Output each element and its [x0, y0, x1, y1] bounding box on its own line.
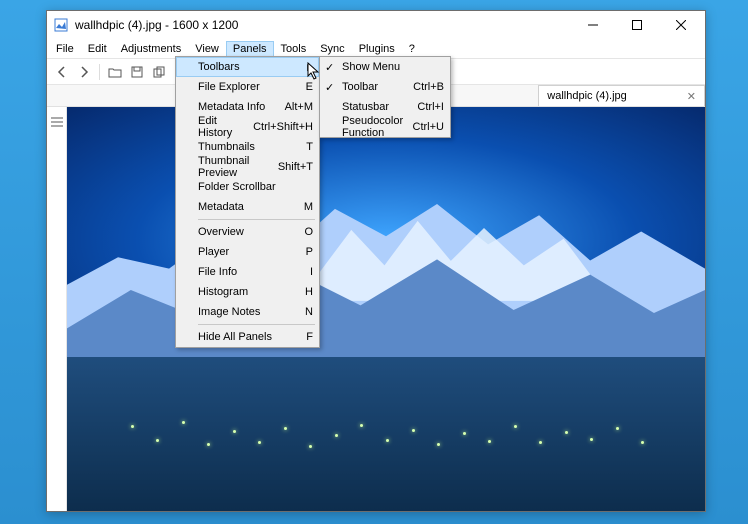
menu-help[interactable]: ?	[402, 41, 422, 57]
menu-sync[interactable]: Sync	[313, 41, 351, 57]
menu-item-image-notes[interactable]: Image NotesN	[176, 302, 319, 322]
nav-back-icon[interactable]	[53, 63, 71, 81]
menu-item-toolbar[interactable]: ✓ Toolbar Ctrl+B	[320, 77, 450, 97]
image-viewer[interactable]	[67, 107, 705, 511]
file-tab[interactable]: wallhdpic (4).jpg ✕	[538, 85, 705, 106]
menu-item-overview[interactable]: OverviewO	[176, 222, 319, 242]
menu-separator	[198, 219, 315, 220]
displayed-image	[67, 107, 705, 511]
menu-separator	[198, 324, 315, 325]
menu-file[interactable]: File	[49, 41, 81, 57]
menu-item-edit-history[interactable]: Edit HistoryCtrl+Shift+H	[176, 117, 319, 137]
check-icon: ✓	[325, 61, 334, 74]
menu-item-folder-scrollbar[interactable]: Folder Scrollbar	[176, 177, 319, 197]
titlebar: wallhdpic (4).jpg - 1600 x 1200	[47, 11, 705, 39]
close-button[interactable]	[659, 11, 703, 39]
menu-item-thumbnail-preview[interactable]: Thumbnail PreviewShift+T	[176, 157, 319, 177]
menu-edit[interactable]: Edit	[81, 41, 114, 57]
menu-item-thumbnails[interactable]: ThumbnailsT	[176, 137, 319, 157]
menu-item-show-menu[interactable]: ✓ Show Menu	[320, 57, 450, 77]
copy-icon[interactable]	[150, 63, 168, 81]
menu-panels[interactable]: Panels	[226, 41, 274, 57]
menu-plugins[interactable]: Plugins	[352, 41, 402, 57]
tab-close-icon[interactable]: ✕	[687, 90, 696, 103]
hamburger-icon[interactable]	[48, 113, 66, 131]
menu-view[interactable]: View	[188, 41, 226, 57]
panels-dropdown: Toolbars ▶ File ExplorerE Metadata InfoA…	[175, 56, 320, 348]
menu-item-metadata[interactable]: MetadataM	[176, 197, 319, 217]
submenu-arrow-icon: ▶	[307, 62, 314, 73]
folder-icon[interactable]	[106, 63, 124, 81]
window-title: wallhdpic (4).jpg - 1600 x 1200	[75, 18, 571, 32]
menu-adjustments[interactable]: Adjustments	[114, 41, 189, 57]
minimize-button[interactable]	[571, 11, 615, 39]
menu-item-player[interactable]: PlayerP	[176, 242, 319, 262]
toolbars-submenu: ✓ Show Menu ✓ Toolbar Ctrl+B Statusbar C…	[319, 56, 451, 138]
save-icon[interactable]	[128, 63, 146, 81]
menu-tools[interactable]: Tools	[274, 41, 314, 57]
menu-item-statusbar[interactable]: Statusbar Ctrl+I	[320, 97, 450, 117]
app-icon	[53, 17, 69, 33]
menu-item-file-explorer[interactable]: File ExplorerE	[176, 77, 319, 97]
menu-item-toolbars[interactable]: Toolbars ▶	[176, 57, 319, 77]
content-row	[47, 107, 705, 511]
check-icon: ✓	[325, 81, 334, 94]
menu-item-pseudocolor[interactable]: Pseudocolor Function Ctrl+U	[320, 117, 450, 137]
maximize-button[interactable]	[615, 11, 659, 39]
left-rail	[47, 107, 67, 511]
tab-label: wallhdpic (4).jpg	[547, 90, 626, 102]
nav-forward-icon[interactable]	[75, 63, 93, 81]
window-controls	[571, 11, 703, 39]
toolbar-separator	[99, 64, 100, 80]
menu-item-hide-all-panels[interactable]: Hide All PanelsF	[176, 327, 319, 347]
menu-item-histogram[interactable]: HistogramH	[176, 282, 319, 302]
menu-item-file-info[interactable]: File InfoI	[176, 262, 319, 282]
menu-item-metadata-info[interactable]: Metadata InfoAlt+M	[176, 97, 319, 117]
